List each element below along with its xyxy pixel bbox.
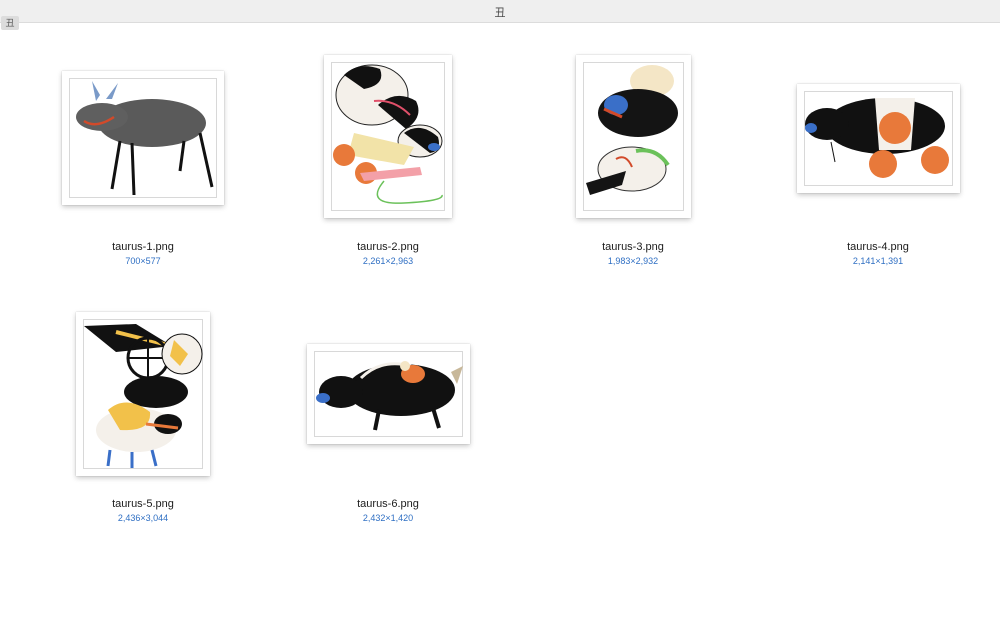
folder-tag-button[interactable]: 丑	[1, 16, 19, 30]
file-dimensions: 1,983×2,932	[607, 256, 659, 266]
window-titlebar[interactable]: 丑	[0, 0, 1000, 23]
file-name: taurus-6.png	[357, 498, 419, 510]
window-title: 丑	[494, 7, 506, 19]
ox-with-rider-image	[316, 361, 463, 431]
file-dimensions: 2,261×2,963	[362, 256, 414, 266]
thumbnail-taurus-2[interactable]	[324, 55, 452, 218]
stacked-oxen-image	[586, 65, 678, 195]
ox-pull-toy-image	[333, 64, 443, 204]
ox-with-saddle-image	[805, 98, 949, 178]
thumbnail-taurus-4[interactable]	[797, 84, 960, 193]
file-name: taurus-4.png	[847, 241, 909, 253]
file-dimensions: 2,436×3,044	[117, 513, 169, 523]
file-dimensions: 2,141×1,391	[852, 256, 904, 266]
file-dimensions: 700×577	[125, 256, 161, 266]
file-dimensions: 2,432×1,420	[362, 513, 414, 523]
thumbnail-taurus-6[interactable]	[307, 344, 470, 444]
file-name: taurus-1.png	[112, 241, 174, 253]
file-name: taurus-3.png	[602, 241, 664, 253]
file-name: taurus-2.png	[357, 241, 419, 253]
thumbnail-taurus-5[interactable]	[76, 312, 210, 476]
file-name: taurus-5.png	[112, 498, 174, 510]
gray-ox-figure-image	[76, 81, 214, 196]
oxen-with-cart-image	[84, 324, 203, 468]
thumbnail-taurus-1[interactable]	[62, 71, 224, 205]
thumbnail-taurus-3[interactable]	[576, 55, 691, 218]
